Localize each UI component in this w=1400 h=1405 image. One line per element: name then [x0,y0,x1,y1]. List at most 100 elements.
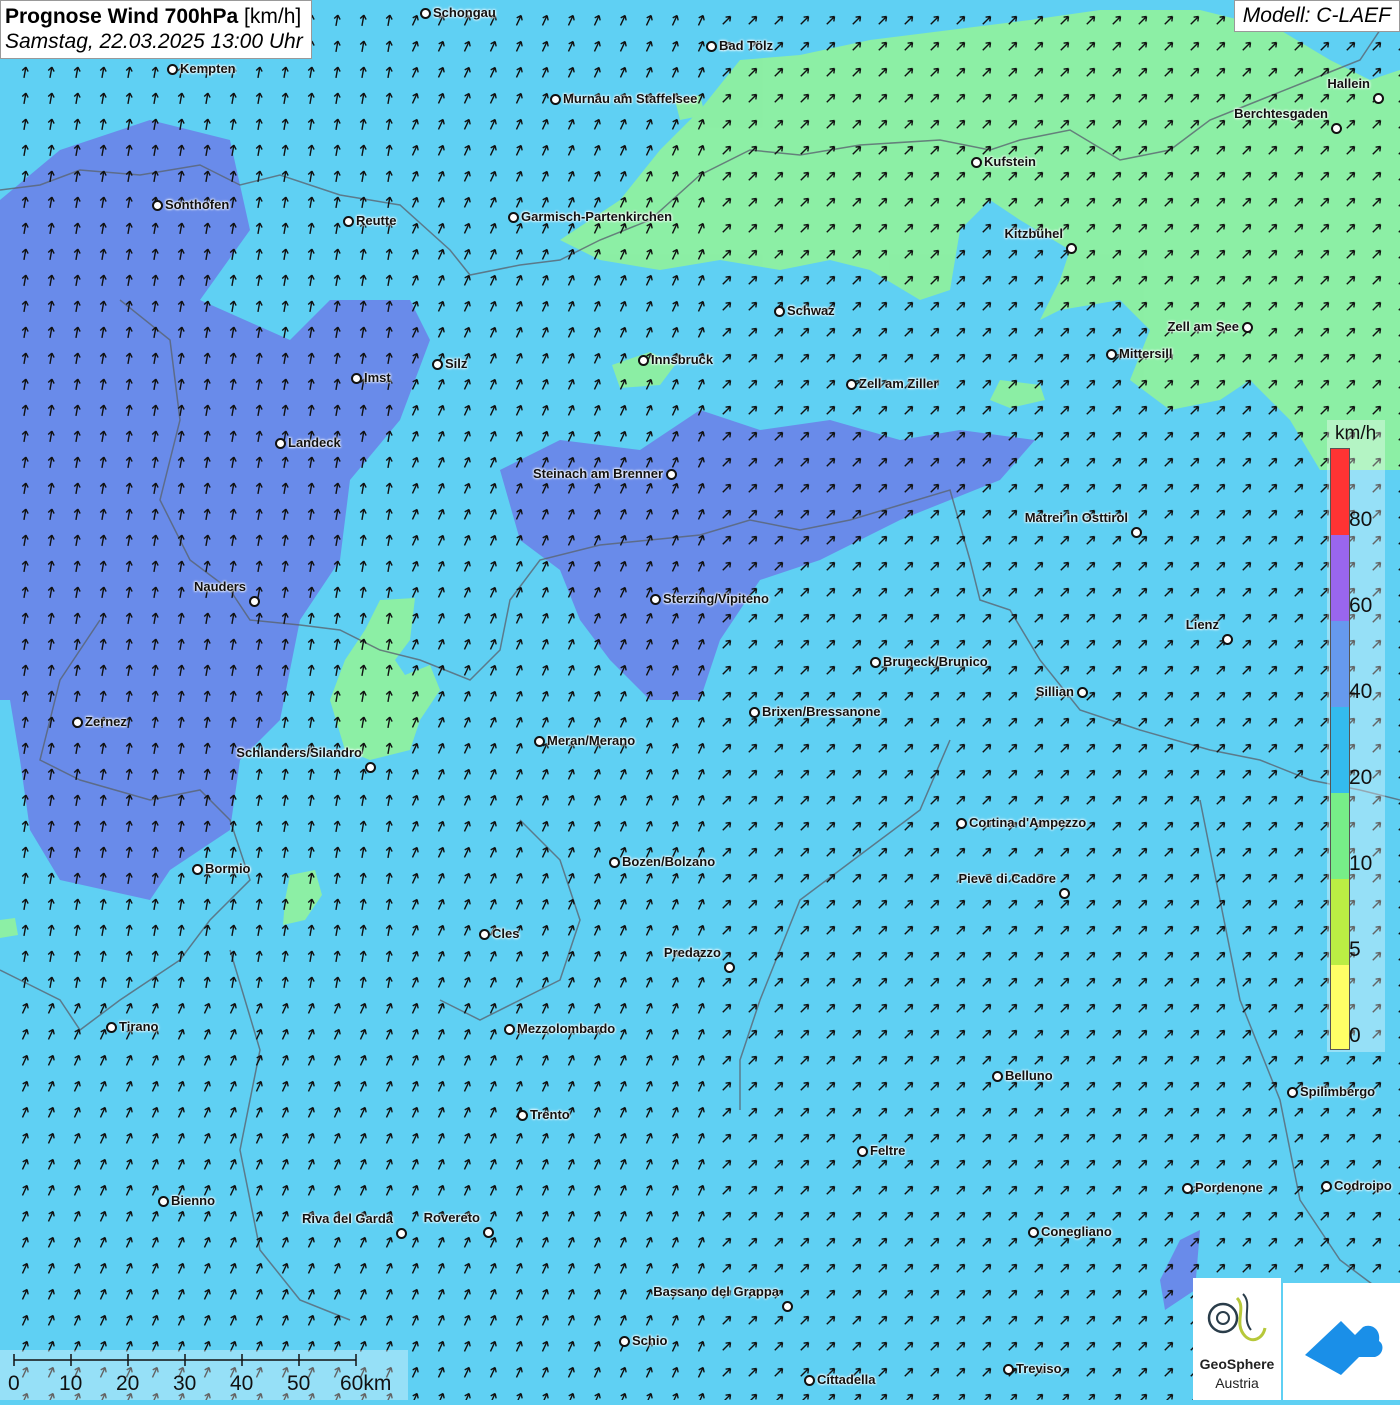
city-marker-codroipo [1321,1181,1332,1192]
city-label-steinach-am-brenner: Steinach am Brenner [532,466,663,481]
city-label-reutte: Reutte [356,213,397,228]
city-marker-tirano [106,1022,117,1033]
city-label-kempten: Kempten [180,61,236,76]
city-label-sillian: Sillian [1035,684,1074,699]
city-marker-sterzing-vipiteno [650,594,661,605]
city-marker-kitzb-hel [1066,243,1077,254]
legend-tick-60: 60 [1349,594,1373,617]
city-marker-cles [479,929,490,940]
scale-label-60km: 60km [340,1372,392,1395]
legend-segment-0 [1331,965,1349,1049]
city-marker-bozen-bolzano [609,857,620,868]
city-label-schio: Schio [632,1333,668,1348]
city-label-pordenone: Pordenone [1195,1180,1263,1195]
city-marker-pieve-di-cadore [1059,888,1070,899]
legend-tick-40: 40 [1349,680,1373,703]
city-label-berchtesgaden: Berchtesgaden [1234,106,1328,121]
city-marker-schwaz [774,306,785,317]
city-marker-innsbruck [638,355,649,366]
city-marker-bad-t-lz [706,41,717,52]
map-title-unit: [km/h] [244,5,302,28]
city-marker-feltre [857,1146,868,1157]
city-label-bad-t-lz: Bad Tölz [719,38,774,53]
city-label-belluno: Belluno [1005,1068,1053,1083]
city-marker-schlanders-silandro [365,762,376,773]
city-label-brixen-bressanone: Brixen/Bressanone [762,704,881,719]
city-label-hallein: Hallein [1327,76,1370,91]
legend-segment-40 [1331,621,1349,707]
city-marker-pordenone [1182,1183,1193,1194]
legend-segment-10 [1331,793,1349,879]
city-marker-berchtesgaden [1331,123,1342,134]
city-marker-silz [432,359,443,370]
city-marker-trento [517,1110,528,1121]
city-marker-zell-am-ziller [846,379,857,390]
forecast-datetime: Samstag, 22.03.2025 13:00 Uhr [5,30,303,54]
city-marker-bruneck-brunico [870,657,881,668]
legend-segment-20 [1331,707,1349,793]
scale-label-10: 10 [59,1372,83,1395]
city-label-zell-am-ziller: Zell am Ziller [859,376,939,391]
scale-label-20: 20 [116,1372,140,1395]
city-marker-belluno [992,1071,1003,1082]
city-label-meran-merano: Meran/Merano [547,733,636,748]
scale-label-50: 50 [287,1372,311,1395]
legend-tick-20: 20 [1349,766,1373,789]
city-label-nauders: Nauders [193,579,246,594]
city-label-feltre: Feltre [870,1143,906,1158]
city-label-kitzb-hel: Kitzbühel [1004,226,1064,241]
city-label-predazzo: Predazzo [663,945,721,960]
city-label-innsbruck: Innsbruck [651,352,714,367]
city-marker-murnau-am-staffelsee [550,94,561,105]
scale-label-0: 0 [8,1372,20,1395]
city-marker-sillian [1077,687,1088,698]
city-label-bozen-bolzano: Bozen/Bolzano [622,854,716,869]
city-marker-schio [619,1336,630,1347]
city-label-mezzolombardo: Mezzolombardo [517,1021,616,1036]
geosphere-logo: GeoSphere Austria [1193,1278,1281,1400]
city-marker-cortina-d-ampezzo [956,818,967,829]
model-label: Modell: C-LAEF [1233,0,1400,32]
city-marker-meran-merano [534,736,545,747]
city-marker-steinach-am-brenner [666,469,677,480]
city-label-lienz: Lienz [1185,617,1219,632]
city-marker-garmisch-partenkirchen [508,212,519,223]
weather-app-logo [1283,1283,1400,1400]
city-label-schongau: Schongau [433,5,496,20]
city-label-sonthofen: Sonthofen [165,197,230,212]
city-label-kufstein: Kufstein [984,154,1036,169]
city-label-conegliano: Conegliano [1041,1224,1112,1239]
city-label-matrei-in-osttirol: Matrei in Osttirol [1024,510,1128,525]
city-label-imst: Imst [364,370,391,385]
city-marker-riva-del-garda [396,1228,407,1239]
scale-label-30: 30 [173,1372,197,1395]
city-label-bienno: Bienno [171,1193,216,1208]
scale-bar-line [13,1354,357,1366]
city-label-cortina-d-ampezzo: Cortina d'Ampezzo [969,815,1087,830]
city-label-cles: Cles [492,926,520,941]
legend-segment-5 [1331,879,1349,965]
geosphere-name: GeoSphere [1199,1356,1275,1372]
city-marker-sonthofen [152,200,163,211]
city-label-schwaz: Schwaz [787,303,835,318]
city-marker-conegliano [1028,1227,1039,1238]
city-marker-mittersill [1106,349,1117,360]
city-marker-kempten [167,64,178,75]
city-marker-zernez [72,717,83,728]
scale-bar: 0 10 20 30 40 50 60km [0,1350,408,1400]
city-label-garmisch-partenkirchen: Garmisch-Partenkirchen [521,209,673,224]
city-marker-bassano-del-grappa [782,1301,793,1312]
city-label-spilimbergo: Spilimbergo [1300,1084,1376,1099]
city-label-trento: Trento [530,1107,570,1122]
city-marker-cittadella [804,1375,815,1386]
city-label-rovereto: Rovereto [423,1210,480,1225]
city-marker-bienno [158,1196,169,1207]
city-marker-lienz [1222,634,1233,645]
city-marker-mezzolombardo [504,1024,515,1035]
map-title-box: Prognose Wind 700hPa [km/h] Samstag, 22.… [0,0,312,60]
geosphere-country: Austria [1215,1375,1259,1391]
city-label-silz: Silz [445,356,468,371]
city-label-sterzing-vipiteno: Sterzing/Vipiteno [663,591,769,606]
city-label-codroipo: Codroipo [1334,1178,1392,1193]
legend-tick-5: 5 [1349,938,1361,961]
